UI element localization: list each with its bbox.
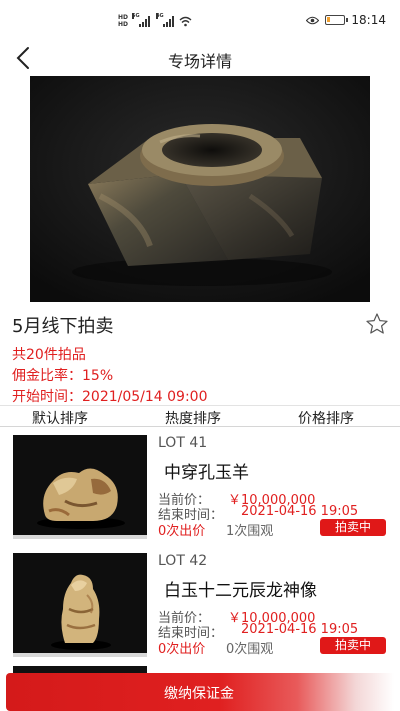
lot-number: LOT 41 (158, 435, 208, 451)
hd-badge-top: HD (118, 13, 129, 21)
lot-number: LOT 42 (158, 553, 208, 569)
start-time: 开始时间：2021/05/14 09:00 (12, 389, 208, 405)
auction-hero-image (30, 76, 370, 302)
tab-popularity-sort[interactable]: 热度排序 (165, 408, 221, 428)
hd-badges: HD HD (118, 13, 129, 28)
status-left-group: HD HD 5G 4G (118, 12, 192, 30)
view-count: 0次围观 (226, 642, 274, 657)
star-outline-icon[interactable] (365, 312, 389, 336)
status-bar: HD HD 5G 4G 18:14 (0, 0, 400, 40)
net-type-2: 4G (156, 12, 164, 19)
bid-count: 0次出价 (158, 524, 206, 539)
battery-level (327, 17, 331, 22)
signal-icon-2: 4G (156, 12, 175, 27)
list-item[interactable]: LOT 42 白玉十二元辰龙神像 当前价： ￥10,000,000 结束时间： … (0, 550, 400, 672)
lot-name: 白玉十二元辰龙神像 (164, 581, 317, 601)
pay-deposit-button[interactable]: 缴纳保证金 (6, 673, 394, 711)
nav-bar: 专场详情 (0, 40, 400, 76)
pay-deposit-label: 缴纳保证金 (164, 686, 234, 702)
end-time: 2021-04-16 19:05 (241, 504, 359, 519)
lot-count: 共20件拍品 (12, 347, 86, 363)
sort-tabs: 默认排序 热度排序 价格排序 (0, 405, 400, 427)
status-right-group: 18:14 (306, 13, 386, 27)
page-title: 专场详情 (167, 52, 232, 71)
signal-icon-1: 5G (132, 12, 151, 27)
lot-name: 中穿孔玉羊 (164, 463, 249, 483)
commission-rate: 佣金比率：15% (12, 368, 114, 384)
tab-price-sort[interactable]: 价格排序 (298, 408, 354, 428)
lot-thumbnail (13, 553, 147, 657)
net-type-1: 5G (132, 12, 140, 19)
status-badge: 拍卖中 (320, 519, 386, 536)
tab-default-sort[interactable]: 默认排序 (32, 408, 88, 428)
end-time: 2021-04-16 19:05 (241, 622, 359, 637)
battery-icon (325, 15, 349, 25)
lot-thumbnail (13, 435, 147, 539)
hd-badge-bottom: HD (118, 20, 129, 28)
eye-icon (306, 16, 320, 24)
view-count: 1次围观 (226, 524, 274, 539)
auction-title: 5月线下拍卖 (12, 316, 114, 337)
status-badge: 拍卖中 (320, 637, 386, 654)
wifi-icon (179, 16, 192, 26)
clock: 18:14 (351, 13, 386, 27)
list-item[interactable]: LOT 41 中穿孔玉羊 当前价： ￥10,000,000 结束时间： 2021… (0, 432, 400, 554)
bid-count: 0次出价 (158, 642, 206, 657)
